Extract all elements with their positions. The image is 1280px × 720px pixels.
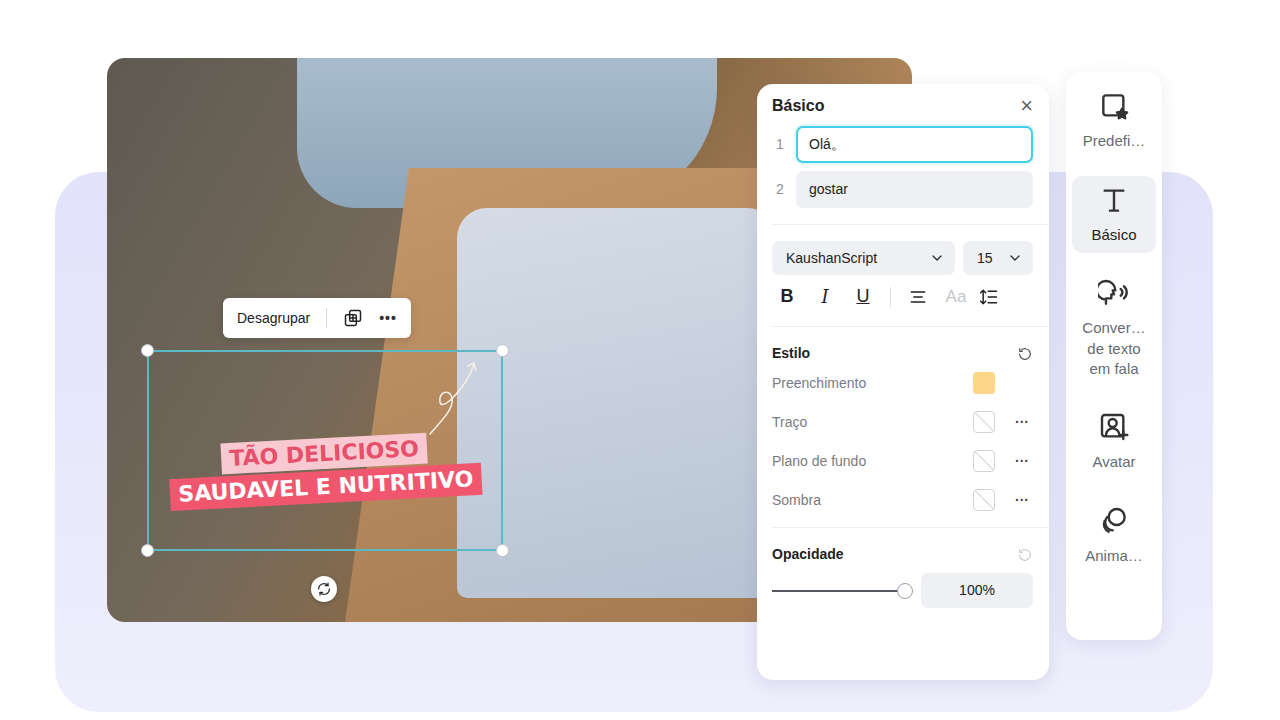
style-rows: PreenchimentoTraço···Plano de fundo···So… — [772, 372, 1033, 527]
text-settings-panel: Básico × 1 Olá。 2 gostar KaushanScript 15 BIU Aa E… — [757, 84, 1049, 680]
divider — [772, 326, 1049, 327]
resize-handle[interactable] — [141, 344, 154, 357]
avatar-icon — [1098, 411, 1130, 443]
divider — [772, 224, 1049, 225]
animation-icon — [1098, 505, 1130, 537]
arrow-doodle-icon — [424, 358, 484, 438]
text-field[interactable]: Olá。 — [796, 126, 1033, 163]
preset-icon — [1098, 90, 1130, 122]
sidebar-item[interactable]: Conver… de texto em fala — [1072, 269, 1156, 387]
sidebar-label: Anima… — [1078, 546, 1150, 566]
font-row: KaushanScript 15 — [772, 225, 1033, 283]
rotate-icon[interactable] — [316, 581, 332, 597]
text-group[interactable]: TÃO DELICIOSOSAUDAVEL E NUTRITIVO — [147, 350, 503, 551]
duplicate-icon[interactable] — [343, 308, 363, 328]
field-index: 1 — [772, 134, 788, 155]
sidebar-label: Básico — [1078, 225, 1150, 245]
toolbar-divider — [890, 287, 891, 307]
chevron-down-icon — [929, 250, 945, 266]
color-swatch[interactable] — [973, 411, 995, 433]
more-button[interactable]: ••• — [379, 308, 397, 329]
sidebar-item[interactable]: Predefi… — [1072, 82, 1156, 160]
font-size-value: 15 — [977, 248, 993, 269]
text-icon — [1098, 184, 1130, 216]
text-case-button: Aa — [941, 284, 971, 310]
more-button[interactable]: ··· — [1011, 412, 1033, 433]
chevron-down-icon — [1007, 250, 1023, 266]
tool-sidebar: Predefi… Básico Conver… de texto em fala Av… — [1066, 72, 1162, 640]
sidebar-label: Avatar — [1078, 452, 1150, 472]
underline-button[interactable]: U — [848, 283, 878, 310]
text-fields: 1 Olá。 2 gostar — [772, 126, 1033, 224]
style-label: Preenchimento — [772, 373, 973, 394]
font-select[interactable]: KaushanScript — [772, 241, 955, 275]
slider-thumb[interactable] — [897, 583, 913, 599]
sidebar-item[interactable]: Avatar — [1072, 403, 1156, 481]
color-swatch[interactable] — [973, 450, 995, 472]
section-title: Estilo — [772, 343, 810, 364]
more-button[interactable]: ··· — [1011, 451, 1033, 472]
divider — [772, 527, 1049, 528]
color-swatch[interactable] — [973, 372, 995, 394]
sidebar-item[interactable]: Básico — [1072, 176, 1156, 254]
slider-fill — [772, 590, 905, 592]
more-button[interactable]: ··· — [1011, 490, 1033, 511]
format-row: BIU Aa — [772, 283, 1033, 326]
toolbar-divider — [326, 308, 327, 328]
font-name: KaushanScript — [786, 248, 877, 269]
close-button[interactable]: × — [1020, 95, 1033, 117]
sidebar-label: Conver… de texto em fala — [1078, 318, 1150, 379]
text-lines: TÃO DELICIOSOSAUDAVEL E NUTRITIVO — [148, 429, 503, 512]
line-spacing-icon[interactable] — [979, 287, 999, 307]
sidebar-item[interactable]: Anima… — [1072, 497, 1156, 575]
rotate-button[interactable] — [311, 576, 337, 602]
ungroup-button[interactable]: Desagrupar — [237, 308, 310, 329]
reset-icon — [1017, 547, 1033, 563]
bold-button[interactable]: B — [772, 283, 802, 310]
speech-icon — [1098, 277, 1130, 309]
selection-toolbar: Desagrupar ••• — [223, 298, 411, 338]
overlay-text-line[interactable]: SAUDAVEL E NUTRITIVO — [170, 463, 482, 511]
panel-header: Básico × — [772, 94, 1033, 118]
opacity-slider[interactable] — [772, 590, 905, 592]
opacity-header: Opacidade — [772, 528, 1033, 573]
color-swatch[interactable] — [973, 489, 995, 511]
resize-handle[interactable] — [496, 544, 509, 557]
style-label: Plano de fundo — [772, 451, 973, 472]
style-row: Preenchimento — [772, 372, 1033, 394]
opacity-value[interactable]: 100% — [921, 573, 1033, 608]
style-row: Plano de fundo ··· — [772, 450, 1033, 472]
panel-title: Básico — [772, 94, 824, 118]
style-row: Traço ··· — [772, 411, 1033, 433]
sidebar-label: Predefi… — [1078, 131, 1150, 151]
align-center-icon[interactable] — [903, 287, 933, 307]
frame-shape — [457, 208, 777, 598]
field-index: 2 — [772, 179, 788, 200]
style-row: Sombra ··· — [772, 489, 1033, 511]
text-field-row: 1 Olá。 — [772, 126, 1033, 163]
editor-stage: TÃO DELICIOSOSAUDAVEL E NUTRITIVO Desagru… — [0, 0, 1280, 720]
opacity-row: 100% — [772, 573, 1033, 608]
size-select[interactable]: 15 — [963, 241, 1033, 275]
section-title: Opacidade — [772, 544, 844, 565]
text-field-row: 2 gostar — [772, 171, 1033, 208]
reset-icon[interactable] — [1017, 346, 1033, 362]
text-field[interactable]: gostar — [796, 171, 1033, 208]
style-label: Traço — [772, 412, 973, 433]
resize-handle[interactable] — [496, 344, 509, 357]
style-label: Sombra — [772, 490, 973, 511]
resize-handle[interactable] — [141, 544, 154, 557]
style-header: Estilo — [772, 327, 1033, 372]
italic-button[interactable]: I — [810, 283, 840, 310]
